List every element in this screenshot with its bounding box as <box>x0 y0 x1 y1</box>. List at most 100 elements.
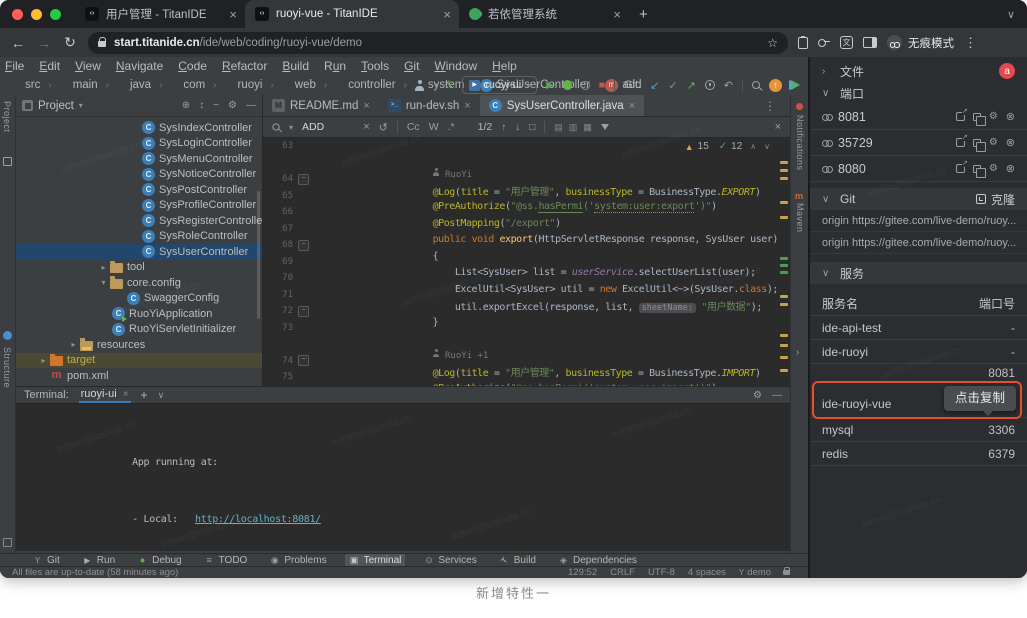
tree-item[interactable]: SysRegisterController <box>16 213 262 229</box>
search-filter-icon[interactable]: ▥ <box>569 122 578 133</box>
toolwindow-button[interactable]: Git <box>28 554 64 567</box>
browser-tab[interactable]: ruoyi-vue - TitanIDE × <box>245 0 459 28</box>
ports-section-header[interactable]: ∨ 端口 <box>810 82 1027 104</box>
toolwindow-button[interactable]: Problems <box>265 554 330 567</box>
service-port[interactable]: - <box>1011 321 1015 335</box>
toolwindow-button[interactable]: Services <box>419 554 480 567</box>
stripe-mark[interactable] <box>780 161 788 164</box>
stripe-mark[interactable] <box>780 356 788 359</box>
tree-item[interactable]: SysLoginController <box>16 136 262 152</box>
history-icon[interactable] <box>705 80 715 90</box>
panel-header-icon[interactable]: — <box>246 100 256 111</box>
code-editor[interactable]: 63 R <box>263 138 790 386</box>
terminal-tab-close-icon[interactable]: × <box>123 389 129 400</box>
open-port-icon[interactable] <box>956 112 965 121</box>
stripe-mark[interactable] <box>780 169 788 172</box>
prev-issue-icon[interactable]: ∧ <box>750 142 756 151</box>
terminal-output[interactable]: App running at: - Local: http://localhos… <box>16 404 790 551</box>
tree-chevron-icon[interactable]: ▾ <box>97 278 110 287</box>
whole-words-toggle[interactable]: W <box>429 121 439 133</box>
open-port-icon[interactable] <box>956 138 965 147</box>
port-settings-icon[interactable]: ⚙ <box>989 164 998 174</box>
search-filter-icon[interactable]: ▤ <box>554 122 563 133</box>
breadcrumb-item[interactable]: ruoyi › <box>221 79 278 92</box>
rollback-icon[interactable]: ↶ <box>724 79 733 92</box>
tree-item[interactable]: SysNoticeController <box>16 167 262 183</box>
toolwindow-button[interactable]: Debug <box>133 554 185 567</box>
regex-toggle[interactable]: .* <box>448 121 455 133</box>
run-button[interactable]: ▶ <box>546 80 554 91</box>
commit-stripe-icon[interactable] <box>3 157 12 166</box>
search-query[interactable]: ADD <box>302 121 324 133</box>
publish-icon[interactable]: ↑ <box>769 79 782 92</box>
coverage-button[interactable] <box>581 81 590 90</box>
maximize-window-button[interactable] <box>50 9 61 20</box>
service-port[interactable]: 6379 <box>988 447 1015 461</box>
chevron-down-icon[interactable]: ▾ <box>434 81 438 90</box>
git-update-icon[interactable]: ↙ <box>650 79 659 92</box>
maven-icon[interactable]: m <box>795 191 803 201</box>
tree-chevron-icon[interactable]: ▸ <box>97 263 110 272</box>
plugin-stripe-icon[interactable] <box>3 331 12 340</box>
service-row[interactable]: 8081 <box>810 364 1027 382</box>
service-row[interactable]: ide-ruoyi - <box>810 340 1027 364</box>
tab-close-icon[interactable]: × <box>464 100 470 112</box>
tree-chevron-icon[interactable]: ▸ <box>67 340 80 349</box>
port-settings-icon[interactable]: ⚙ <box>989 138 998 148</box>
terminal-minimize-icon[interactable]: — <box>772 390 782 401</box>
terminal-settings-icon[interactable]: ⚙ <box>753 390 762 401</box>
tab-search-chevron-icon[interactable]: ∨ <box>1007 8 1015 21</box>
service-row[interactable]: redis 6379 <box>810 442 1027 466</box>
ssl-lock-icon[interactable] <box>98 41 106 47</box>
structure-stripe-button[interactable]: Structure <box>2 347 12 388</box>
marketplace-icon[interactable] <box>791 80 800 90</box>
clipboard-icon[interactable] <box>798 37 808 49</box>
tree-item[interactable]: ▸ resources <box>16 337 262 353</box>
tree-item[interactable]: SysMenuController <box>16 151 262 167</box>
run-config-selector[interactable]: ruoyi-ui ▾ <box>462 76 537 94</box>
browser-tab[interactable]: 若依管理系统 × <box>459 0 629 28</box>
project-panel-title[interactable]: Project <box>38 100 74 112</box>
previous-match-icon[interactable]: ↑ <box>501 122 506 133</box>
menu-item[interactable]: Help <box>492 59 517 73</box>
menu-item[interactable]: Run <box>324 59 346 73</box>
notifications-bell-icon[interactable] <box>796 103 803 110</box>
stripe-mark[interactable] <box>780 216 788 219</box>
forward-button[interactable]: → <box>36 35 52 51</box>
stripe-mark[interactable] <box>780 369 788 372</box>
stripe-mark[interactable] <box>780 201 788 204</box>
port-row[interactable]: 8081 ⚙ ⊗ <box>810 104 1027 130</box>
search-filter-icon[interactable]: ▦ <box>583 122 592 133</box>
tree-item[interactable]: SwaggerConfig <box>16 291 262 307</box>
profile-icon[interactable] <box>414 80 425 91</box>
open-port-icon[interactable] <box>956 164 965 173</box>
terminal-tab[interactable]: ruoyi-ui × <box>79 387 131 403</box>
editor-tab[interactable]: README.md × <box>263 95 379 116</box>
stripe-mark[interactable] <box>780 303 788 306</box>
filter-funnel-icon[interactable] <box>601 124 609 130</box>
status-item[interactable]: demo <box>739 567 771 578</box>
browser-tab[interactable]: 用户管理 - TitanIDE × <box>75 0 245 28</box>
build-hammer-icon[interactable]: T <box>444 79 456 91</box>
status-item[interactable]: CRLF <box>610 567 635 578</box>
minimize-window-button[interactable] <box>31 9 42 20</box>
fold-icon[interactable] <box>297 240 310 251</box>
new-terminal-button[interactable]: + <box>141 388 148 402</box>
address-bar[interactable]: start.titanide.cn/ide/web/coding/ruoyi-v… <box>88 32 788 54</box>
git-origin-row[interactable]: origin https://gitee.com/live-demo/ruoy.… <box>810 232 1027 254</box>
next-issue-icon[interactable]: ∨ <box>764 142 770 151</box>
menu-item[interactable]: Tools <box>361 59 389 73</box>
git-push-icon[interactable]: ↗ <box>687 79 696 92</box>
close-port-icon[interactable]: ⊗ <box>1006 164 1015 174</box>
vcs-status[interactable]: All files are up-to-date (58 minutes ago… <box>12 567 178 578</box>
service-row[interactable]: ide-api-test - <box>810 316 1027 340</box>
tree-item[interactable]: RuoYiServletInitializer <box>16 322 262 338</box>
clear-search-icon[interactable]: × <box>363 121 369 133</box>
password-key-icon[interactable] <box>818 37 830 49</box>
toolwindow-button[interactable]: TODO <box>200 554 252 567</box>
toolwindow-button[interactable]: Dependencies <box>554 554 641 567</box>
tree-item[interactable]: SysProfileController <box>16 198 262 214</box>
copy-port-icon[interactable] <box>973 113 981 121</box>
breadcrumb-item[interactable]: main › <box>56 79 113 92</box>
port-row[interactable]: 8080 ⚙ ⊗ <box>810 156 1027 182</box>
